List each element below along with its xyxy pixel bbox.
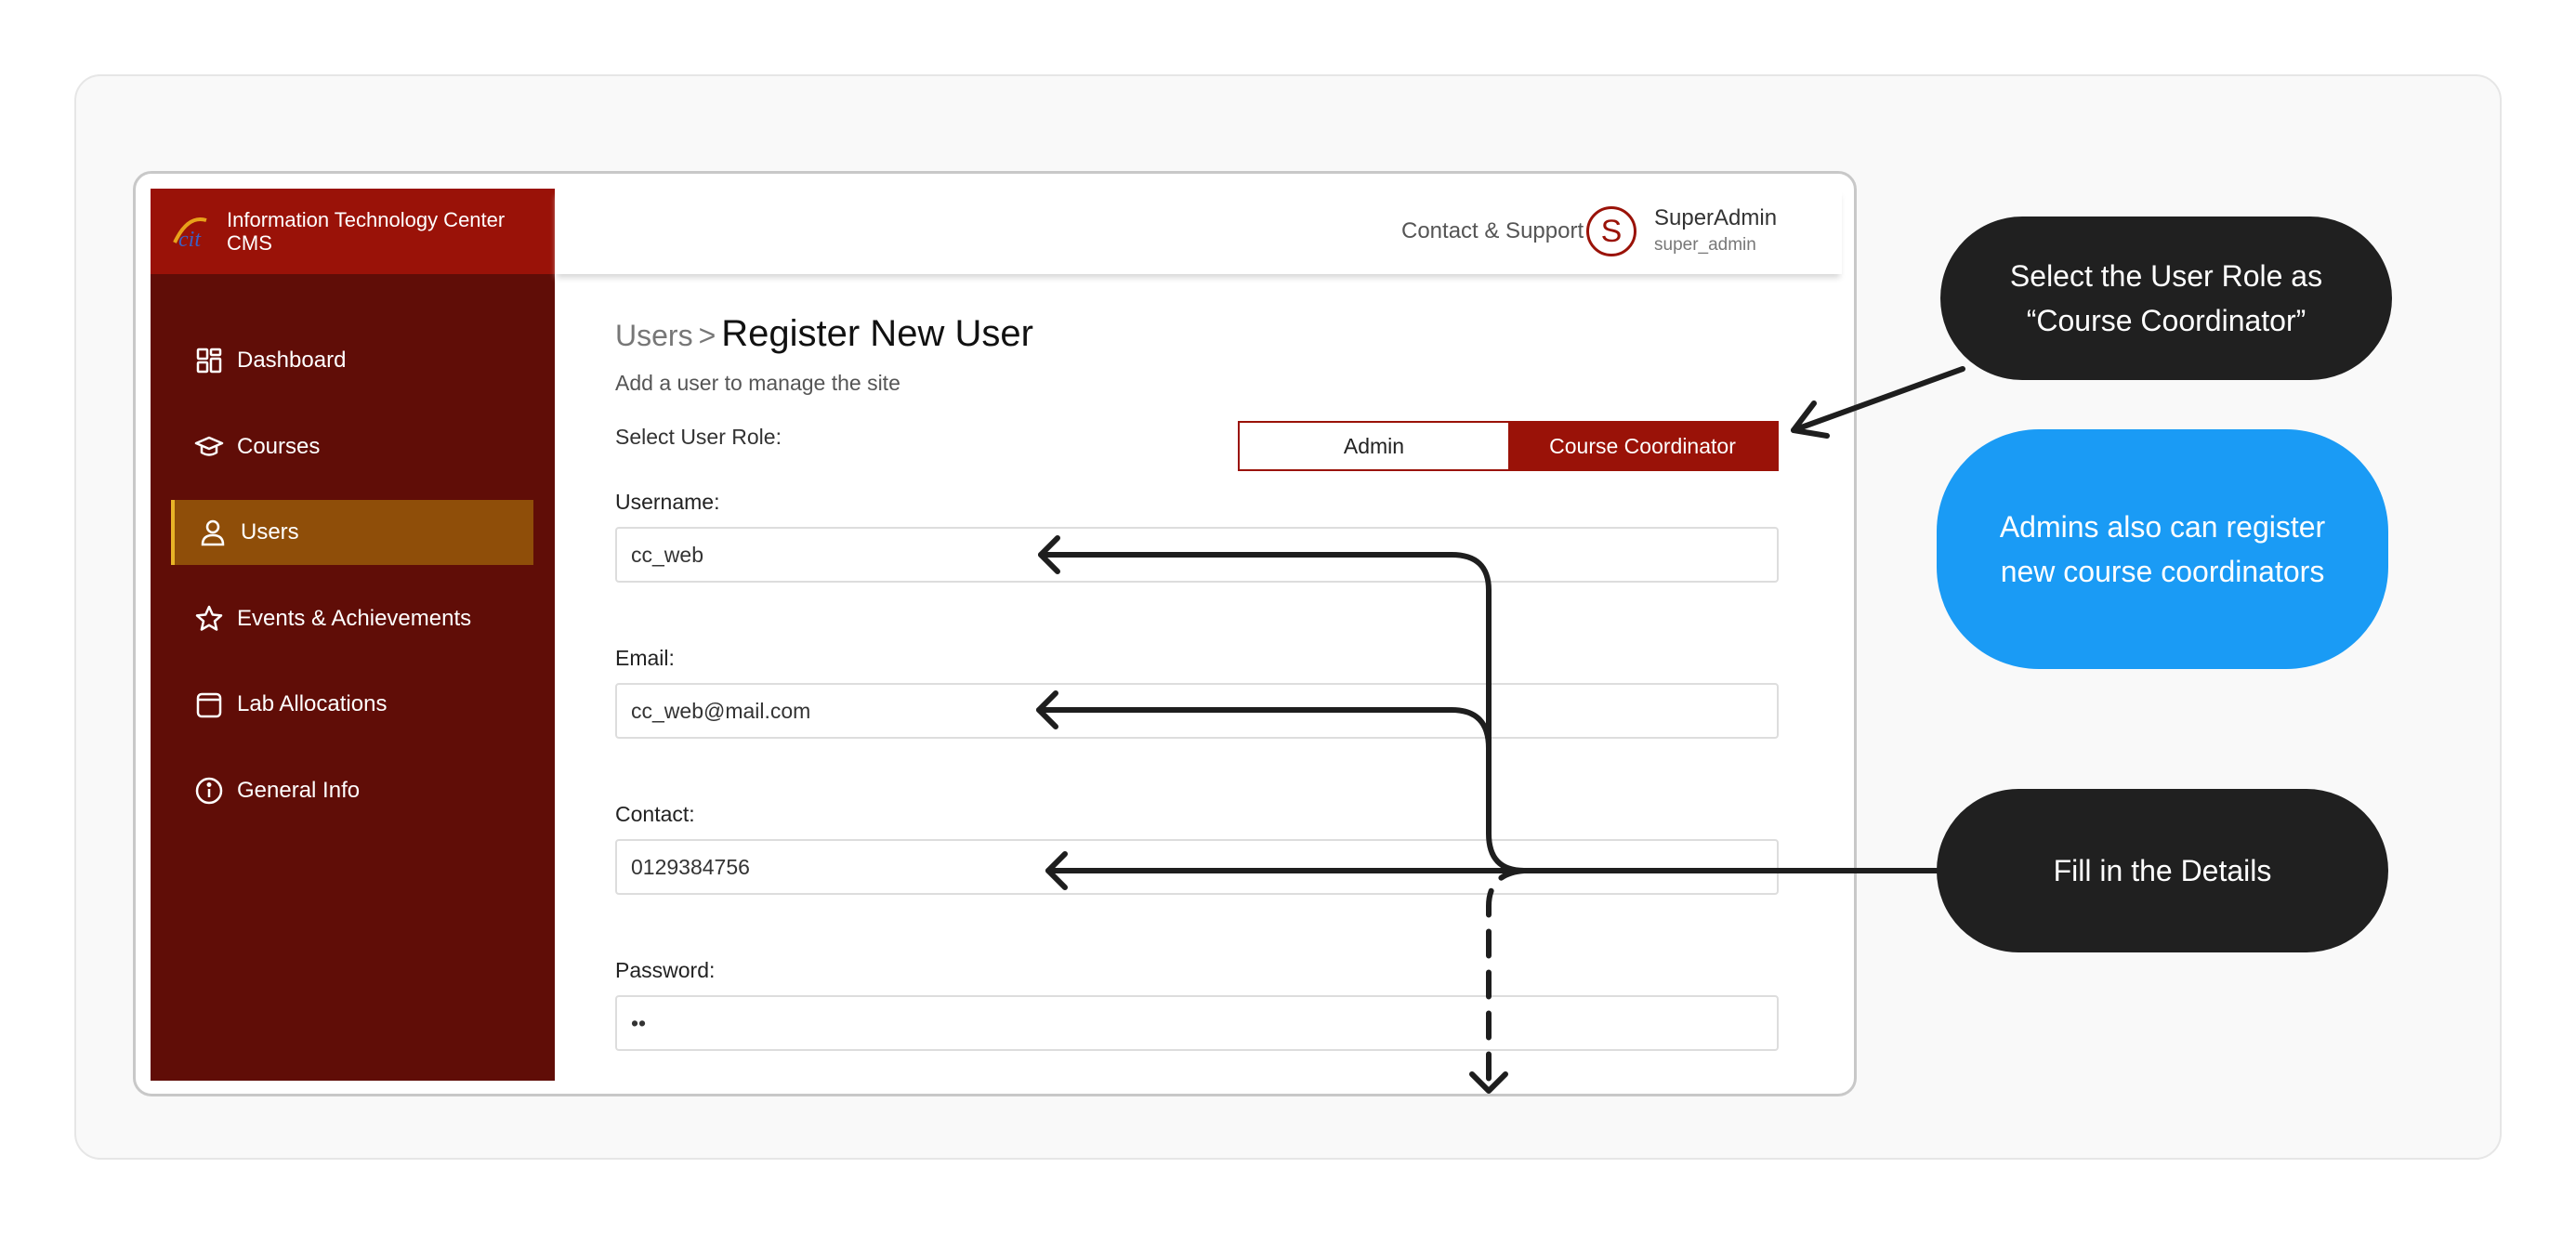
callout-admins-line-2: new course coordinators bbox=[2000, 555, 2325, 588]
username-label: Username: bbox=[615, 490, 720, 514]
role-admin-button[interactable]: Admin bbox=[1240, 423, 1508, 469]
role-course-coordinator-button[interactable]: Course Coordinator bbox=[1508, 423, 1777, 469]
sidebar-item-label: Lab Allocations bbox=[237, 691, 388, 716]
sidebar-item-courses[interactable]: Courses bbox=[171, 414, 533, 479]
graduation-cap-icon bbox=[194, 436, 224, 456]
sidebar-item-label: General Info bbox=[237, 778, 361, 803]
callout-admins-info: Admins also can register new course coor… bbox=[1937, 429, 2388, 669]
user-name: SuperAdmin bbox=[1654, 205, 1778, 230]
role-select-label: Select User Role: bbox=[615, 425, 782, 449]
calendar-icon bbox=[196, 692, 222, 718]
brand-line-2: CMS bbox=[227, 231, 272, 255]
breadcrumb: Users > Register New User bbox=[615, 313, 1033, 355]
svg-text:cit: cit bbox=[178, 228, 202, 252]
app-window: cit Information Technology Center CMS Da… bbox=[133, 171, 1857, 1096]
callout-fill-details: Fill in the Details bbox=[1937, 789, 2388, 952]
breadcrumb-separator: > bbox=[698, 319, 716, 352]
email-input[interactable]: cc_web@mail.com bbox=[615, 683, 1779, 739]
avatar[interactable]: S bbox=[1586, 206, 1636, 256]
sidebar-item-label: Courses bbox=[237, 434, 321, 459]
callout-select-role: Select the User Role as “Course Coordina… bbox=[1940, 217, 2392, 380]
username-input[interactable]: cc_web bbox=[615, 527, 1779, 583]
info-icon bbox=[195, 777, 223, 805]
sidebar-item-dashboard[interactable]: Dashboard bbox=[171, 328, 533, 393]
password-input[interactable]: •• bbox=[615, 995, 1779, 1051]
callout-admins-line-1: Admins also can register bbox=[1999, 510, 2326, 544]
sidebar: cit Information Technology Center CMS Da… bbox=[151, 189, 555, 1081]
brand-name: Information Technology Center CMS bbox=[227, 208, 505, 255]
brand-line-1: Information Technology Center bbox=[227, 208, 506, 231]
star-icon bbox=[195, 605, 223, 631]
sidebar-item-general-info[interactable]: General Info bbox=[171, 758, 533, 823]
contact-support-link[interactable]: Contact & Support bbox=[1401, 218, 1584, 244]
top-bar: Contact & Support S SuperAdmin super_adm… bbox=[555, 189, 1842, 274]
sidebar-item-label: Events & Achievements bbox=[237, 606, 472, 631]
user-icon bbox=[201, 519, 225, 546]
callout-role-line-2: “Course Coordinator” bbox=[2026, 304, 2307, 337]
user-handle: super_admin bbox=[1654, 235, 1756, 255]
dashboard-grid-icon bbox=[196, 348, 222, 374]
password-label: Password: bbox=[615, 958, 716, 982]
sidebar-item-label: Dashboard bbox=[237, 348, 347, 373]
page-subtitle: Add a user to manage the site bbox=[615, 371, 900, 395]
sidebar-item-users[interactable]: Users bbox=[171, 500, 533, 565]
contact-input[interactable]: 0129384756 bbox=[615, 839, 1779, 895]
callout-role-line-1: Select the User Role as bbox=[2009, 259, 2323, 293]
email-label: Email: bbox=[615, 646, 675, 670]
contact-label: Contact: bbox=[615, 802, 695, 826]
itc-logo-icon: cit bbox=[173, 217, 207, 252]
sidebar-item-events[interactable]: Events & Achievements bbox=[171, 586, 533, 651]
role-toggle: Admin Course Coordinator bbox=[1238, 421, 1779, 471]
callout-fill-text: Fill in the Details bbox=[2053, 854, 2272, 887]
sidebar-item-lab-allocations[interactable]: Lab Allocations bbox=[171, 672, 533, 737]
sidebar-item-label: Users bbox=[241, 519, 299, 545]
page-title: Register New User bbox=[721, 313, 1033, 354]
breadcrumb-users-link[interactable]: Users bbox=[615, 319, 693, 352]
brand-header: cit Information Technology Center CMS bbox=[151, 189, 555, 274]
